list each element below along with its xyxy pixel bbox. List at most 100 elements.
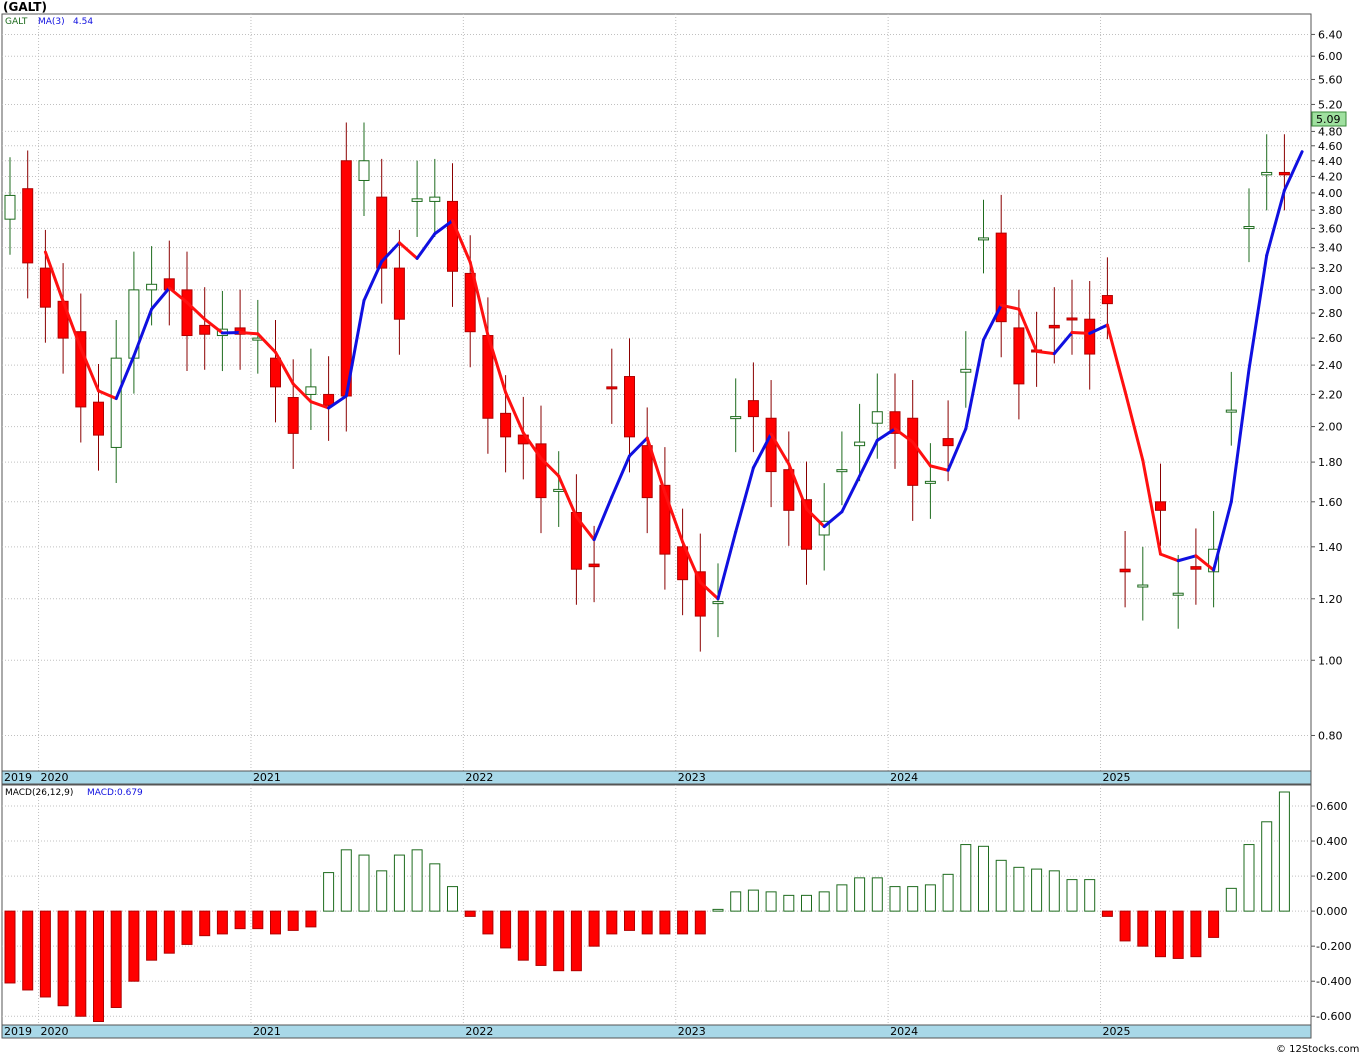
candle-down — [181, 289, 193, 337]
candle-down — [93, 401, 104, 436]
candle-down — [447, 200, 458, 272]
price-y-tick-label: 6.40 — [1318, 28, 1343, 41]
macd-bar-positive — [411, 849, 423, 912]
candle-up — [110, 357, 122, 448]
price-y-tick-label: 2.80 — [1318, 307, 1343, 320]
price-y-tick-label: 1.60 — [1318, 496, 1343, 509]
candle-down — [1066, 317, 1078, 321]
macd-year-label: 2025 — [1103, 1025, 1131, 1038]
price-y-tick-label: 4.20 — [1318, 170, 1343, 183]
macd-bar-negative — [517, 910, 529, 961]
candle-up — [146, 283, 158, 291]
macd-bar-negative — [500, 910, 512, 949]
macd-bar-negative — [305, 910, 317, 928]
candle-down — [323, 393, 335, 406]
macd-year-label: 2021 — [253, 1025, 281, 1038]
candle-down — [1048, 324, 1060, 329]
macd-bar-negative — [22, 910, 34, 991]
macd-bar-negative — [1137, 910, 1149, 947]
price-y-tick-label: 2.20 — [1318, 388, 1343, 401]
price-year-label: 2024 — [890, 771, 918, 784]
candle-up — [924, 480, 936, 484]
macd-bar-positive — [907, 886, 919, 912]
candle-down — [1101, 295, 1113, 305]
macd-bar-positive — [1278, 791, 1290, 912]
macd-bar-negative — [252, 910, 264, 930]
price-y-tick-label: 4.40 — [1318, 155, 1343, 168]
candle-down — [1190, 566, 1202, 570]
chart-canvas: (GALT) 6.40 6.00 5.60 5.20 4.80 4.60 4.40 4.20 4… — [0, 0, 1360, 1056]
candle-down — [287, 397, 299, 434]
macd-bar-positive — [1031, 868, 1043, 912]
macd-bar-positive — [1225, 887, 1237, 912]
macd-year-label: 2022 — [465, 1025, 493, 1038]
price-y-tick-label: 3.40 — [1318, 242, 1343, 255]
macd-bar-negative — [694, 910, 706, 935]
macd-bar-positive — [1066, 879, 1078, 912]
macd-bar-negative — [570, 910, 582, 972]
candle-up — [960, 368, 972, 373]
price-y-tick-label: 1.80 — [1318, 456, 1343, 469]
macd-bar-negative — [677, 910, 689, 935]
candle-up — [1172, 592, 1184, 596]
macd-bar-positive — [712, 908, 724, 912]
macd-bar-negative — [1172, 910, 1184, 959]
macd-bar-negative — [4, 910, 16, 984]
candle-down — [500, 412, 512, 438]
macd-bar-positive — [836, 884, 848, 912]
macd-bar-positive — [1084, 879, 1096, 912]
price-y-tick-label: 3.60 — [1318, 222, 1343, 235]
price-year-label: 2023 — [678, 771, 706, 784]
price-panel-frame — [1, 13, 1312, 772]
macd-bar-negative — [216, 910, 228, 935]
macd-y-tick-label: 0.000 — [1316, 905, 1348, 918]
candle-down — [1013, 327, 1025, 385]
price-y-tick-label: 2.60 — [1318, 332, 1343, 345]
macd-bar-positive — [323, 872, 335, 912]
macd-bar-positive — [1013, 866, 1025, 912]
price-y-tick-label: 2.40 — [1318, 359, 1343, 372]
macd-bar-positive — [871, 877, 883, 912]
macd-bar-negative — [464, 910, 476, 917]
ma-segment — [238, 331, 260, 336]
price-y-tick-label: 4.00 — [1318, 187, 1343, 200]
macd-bar-negative — [57, 910, 69, 1007]
macd-bar-positive — [783, 894, 795, 912]
macd-year-label: 2023 — [678, 1025, 706, 1038]
macd-bar-positive — [1243, 844, 1255, 912]
candle-down — [588, 563, 600, 568]
macd-bar-negative — [588, 910, 600, 947]
macd-bar-negative — [75, 910, 87, 1017]
price-y-tick-label: 2.00 — [1318, 421, 1343, 434]
macd-bar-negative — [535, 910, 547, 966]
macd-year-strip: 2019 2020 2021 2022 2023 2024 2025 — [1, 1024, 1312, 1039]
macd-bar-positive — [1261, 821, 1273, 912]
candle-down — [1155, 501, 1166, 511]
candle-up — [305, 386, 317, 395]
macd-panel-frame — [1, 784, 1312, 1026]
candle-down — [1119, 568, 1131, 573]
macd-year-label: 2024 — [890, 1025, 918, 1038]
candle-up — [712, 601, 724, 605]
candle-up — [978, 237, 989, 241]
candle-up — [730, 416, 742, 420]
candle-up — [411, 198, 423, 202]
macd-bar-positive — [730, 891, 742, 912]
macd-bar-negative — [39, 910, 51, 998]
price-year-strip: 2019 2020 2021 2022 2023 2024 2025 — [1, 770, 1312, 785]
macd-bar-negative — [128, 910, 140, 982]
macd-bar-positive — [854, 877, 866, 912]
candle-down — [1084, 318, 1096, 355]
macd-bar-positive — [765, 891, 777, 912]
price-y-tick-label: 5.60 — [1318, 73, 1343, 86]
last-price-value: 5.09 — [1316, 113, 1341, 126]
price-y-tick-label: 1.00 — [1318, 654, 1343, 667]
candle-down — [199, 324, 211, 335]
candle-up — [871, 411, 883, 424]
price-year-label: 2019 — [4, 771, 32, 784]
macd-bar-negative — [1101, 910, 1113, 917]
candle-up — [429, 196, 441, 202]
price-y-tick-label: 4.60 — [1318, 140, 1343, 153]
legend-ma-value: 4.54 — [73, 17, 93, 27]
candle-up — [553, 488, 565, 492]
